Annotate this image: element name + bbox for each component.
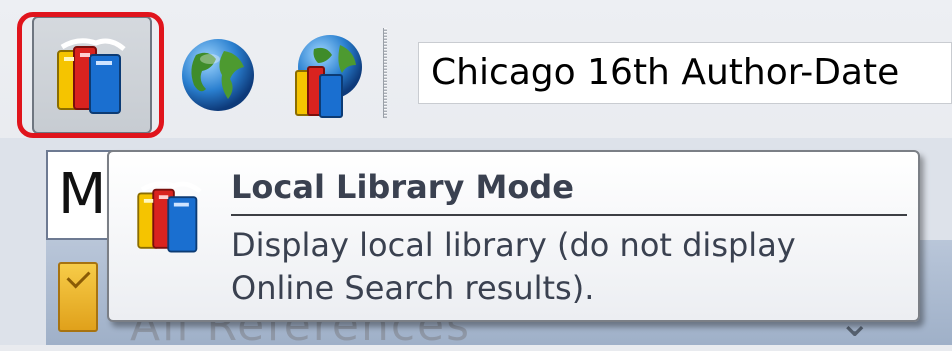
highlight-ring bbox=[17, 12, 164, 138]
folder-icon bbox=[58, 262, 98, 332]
globe-icon bbox=[182, 39, 254, 111]
tooltip-description: Display local library (do not display On… bbox=[231, 224, 911, 310]
tooltip-description-line1: Display local library (do not display bbox=[231, 226, 796, 264]
tooltip-title: Local Library Mode bbox=[231, 168, 574, 206]
books-globe-icon bbox=[295, 35, 362, 118]
toolbar-separator bbox=[383, 28, 387, 118]
online-search-mode-button[interactable] bbox=[158, 16, 278, 134]
group-tab-label: M bbox=[58, 162, 107, 227]
integrated-library-online-mode-button[interactable] bbox=[266, 16, 386, 134]
tooltip: Local Library Mode Display local library… bbox=[107, 150, 920, 322]
app-window: Chicago 16th Author-Date M All Reference… bbox=[0, 0, 952, 351]
toolbar: Chicago 16th Author-Date bbox=[0, 0, 952, 138]
books-icon bbox=[127, 166, 217, 266]
tooltip-description-line2: Online Search results). bbox=[231, 269, 595, 307]
tooltip-divider bbox=[231, 214, 907, 216]
output-style-field[interactable]: Chicago 16th Author-Date bbox=[418, 42, 952, 104]
